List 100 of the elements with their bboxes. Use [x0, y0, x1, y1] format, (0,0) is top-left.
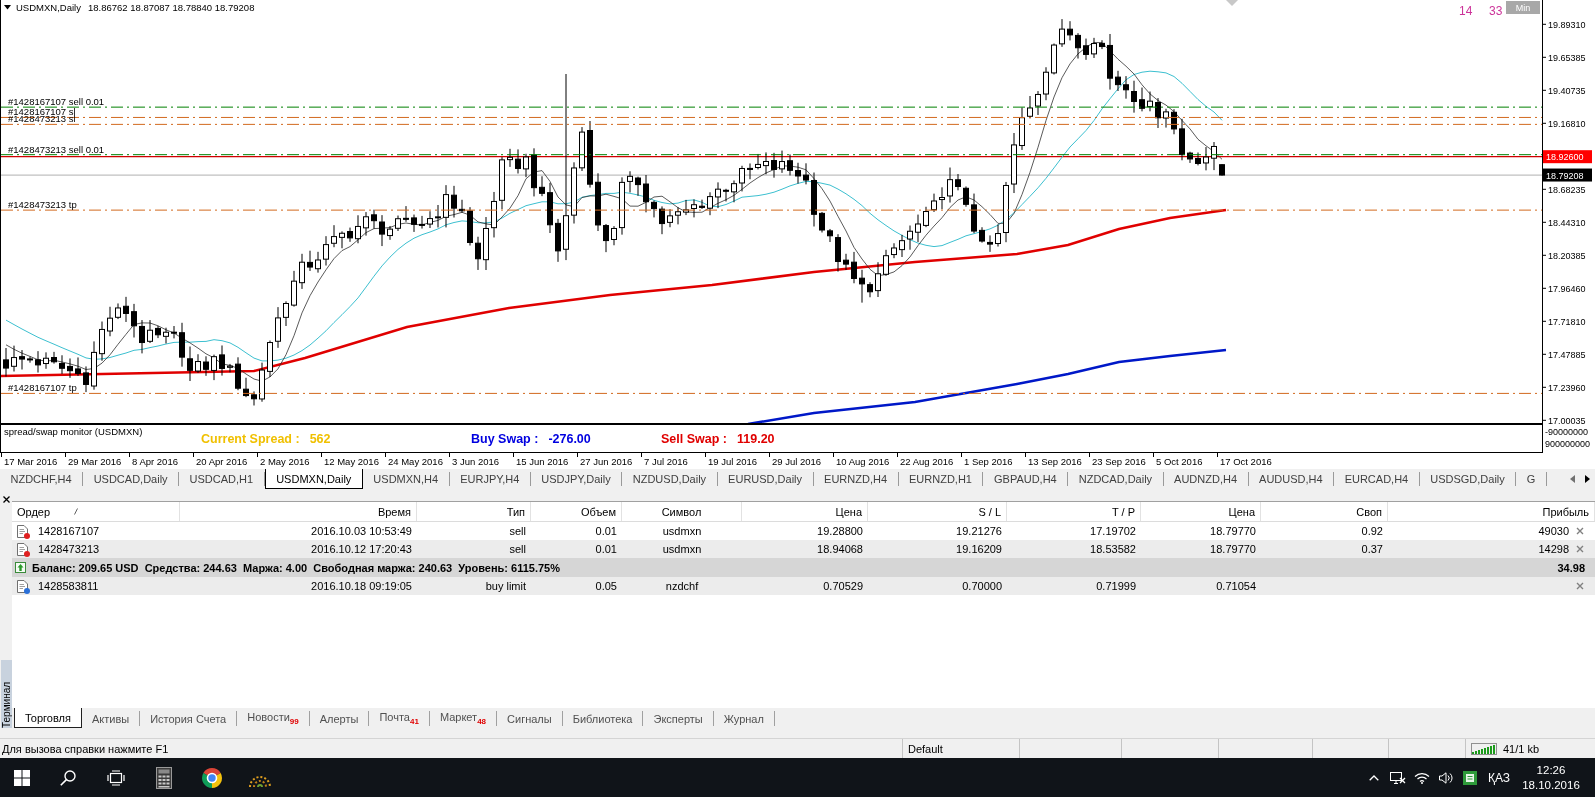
stop-loss-text: 0.70000: [962, 580, 1002, 592]
column-header[interactable]: Ордер: [17, 505, 51, 518]
stop-loss-line[interactable]: [1, 123, 1542, 125]
speaker-icon[interactable]: [1438, 771, 1453, 784]
column-header[interactable]: Время: [377, 505, 411, 518]
terminal-tab[interactable]: Активы: [81, 711, 141, 726]
signal-bars-icon: [1471, 742, 1497, 755]
terminal-tab[interactable]: Журнал: [713, 711, 775, 726]
scroll-right-icon[interactable]: [1585, 475, 1590, 483]
balance-summary: Баланс: 209.65 USD Средства: 244.63 Маржа: 4.00 Свободная маржа: 240.63 Уровень: 6115.75%: [32, 561, 560, 574]
wifi-icon[interactable]: [1413, 771, 1430, 784]
start-icon[interactable]: [14, 769, 30, 786]
terminal-tab[interactable]: Сигналы: [497, 711, 563, 726]
order-volume-text: 0.05: [595, 580, 617, 592]
chart-tab[interactable]: EURNZD,H4: [813, 472, 899, 486]
order-line-label: #1428473213 tp: [8, 199, 77, 211]
chart-tab[interactable]: GBPAUD,H4: [983, 472, 1069, 486]
chart-tab[interactable]: USDMXN,H4: [362, 472, 450, 486]
column-header[interactable]: S / L: [978, 505, 1001, 518]
column-header[interactable]: Цена: [1228, 505, 1255, 518]
sort-icon[interactable]: [74, 508, 79, 515]
chart-title: USDMXN,Daily: [16, 2, 81, 13]
price-axis-label: 17.00035: [1548, 415, 1586, 424]
terminal-tab[interactable]: Алерты: [309, 711, 370, 726]
language-indicator[interactable]: ҚАЗ: [1487, 770, 1510, 785]
date-axis-label: 17 Oct 2016: [1220, 456, 1272, 467]
order-symbol-text: usdmxn: [662, 543, 702, 555]
column-header[interactable]: Тип: [506, 505, 525, 518]
chart-tab[interactable]: NZDCHF,H4: [0, 472, 84, 486]
terminal-tab[interactable]: Библиотека: [562, 711, 644, 726]
readout-value: 119.20: [737, 431, 775, 446]
swap-text: 0.37: [1361, 543, 1383, 555]
terminal-tab[interactable]: Маркет$_{48}$: [429, 711, 498, 726]
chart-tab[interactable]: USDCAD,H1: [179, 472, 265, 486]
stop-loss-line[interactable]: [1, 116, 1542, 118]
column-header[interactable]: Символ: [661, 505, 702, 518]
level-price-tag: 18.92600: [1543, 150, 1592, 164]
price-axis-label: 18.68235: [1548, 184, 1586, 195]
chart-tab[interactable]: USDJPY,Daily: [530, 472, 623, 486]
open-price-text: 18.94068: [817, 543, 863, 555]
column-header[interactable]: Объем: [580, 505, 616, 518]
chart-tab[interactable]: AUDUSD,H4: [1248, 472, 1335, 486]
chart-tab[interactable]: EURJPY,H4: [449, 472, 531, 486]
order-entry-line[interactable]: [1, 106, 1542, 108]
clock-date[interactable]: 18.10.2016: [1522, 777, 1580, 793]
app-tile-icon[interactable]: [1462, 770, 1477, 785]
terminal-tab[interactable]: Торговля: [14, 708, 82, 728]
up-arrow-box-icon: [15, 562, 26, 573]
terminal-side-label[interactable]: Терминал: [0, 660, 12, 728]
close-icon[interactable]: [2, 496, 10, 503]
chart-tab[interactable]: EURNZD,H1: [898, 472, 984, 486]
date-axis-label: 12 May 2016: [324, 456, 379, 467]
take-profit-text: 0.71999: [1096, 580, 1136, 592]
terminal-tab[interactable]: История Счета: [140, 711, 238, 726]
chart-tab[interactable]: AUDNZD,H4: [1163, 472, 1249, 486]
date-axis-label: 29 Jul 2016: [772, 456, 822, 467]
order-row[interactable]: 1428473213 2016.10.12 17:20:43 sell 0.01 usdmxn 18.94068 19.16209 18.53582 18.79770 0.37 14298: [12, 540, 1595, 558]
chart-tab[interactable]: USDSGD,Daily: [1419, 472, 1517, 486]
date-axis-label: 1 Sep 2016: [964, 456, 1013, 467]
terminal-tab[interactable]: Новости$_{99}$: [237, 711, 310, 726]
price-axis-label: 17.47885: [1548, 349, 1586, 360]
chart-tab[interactable]: G: [1516, 472, 1547, 486]
calculator-icon[interactable]: [156, 766, 172, 789]
order-row[interactable]: 1428583811 2016.10.18 09:19:05 buy limit 0.05 nzdchf 0.70529 0.70000 0.71999 0.71054: [12, 577, 1595, 595]
column-header[interactable]: Своп: [1356, 505, 1382, 518]
search-icon[interactable]: [60, 769, 76, 786]
chart-tab[interactable]: USDCAD,Daily: [83, 472, 180, 486]
chart-tab[interactable]: USDMXN,Daily: [264, 469, 363, 489]
date-axis-label: 24 May 2016: [388, 456, 443, 467]
order-time-text: 2016.10.18 09:19:05: [311, 580, 412, 592]
network-icon[interactable]: [1389, 770, 1406, 785]
price-axis-label: 18.20385: [1548, 250, 1586, 261]
price-axis-label: 17.71810: [1548, 316, 1586, 327]
price-axis-label: 19.40735: [1548, 85, 1586, 96]
take-profit-line[interactable]: [1, 209, 1542, 211]
color-wheel-icon[interactable]: [201, 766, 223, 789]
stop-loss-text: 19.21276: [956, 525, 1002, 537]
readout-value: 562: [309, 431, 331, 446]
terminal-tab[interactable]: Почта$_{41}$: [369, 711, 430, 726]
column-header[interactable]: Цена: [835, 505, 862, 518]
terminal-tab[interactable]: Эксперты: [643, 711, 714, 726]
chart-tab[interactable]: NZDUSD,Daily: [622, 472, 718, 486]
chevron-up-icon[interactable]: [1368, 774, 1379, 781]
chart-tab[interactable]: EURCAD,H4: [1334, 472, 1420, 486]
readout-value: -276.00: [548, 431, 591, 446]
scroll-left-icon[interactable]: [1570, 475, 1575, 483]
caret-icon[interactable]: [4, 5, 11, 10]
price-axis-label: 19.89310: [1548, 19, 1586, 30]
date-axis-label: 15 Jun 2016: [516, 456, 569, 467]
price-axis-label: 17.96460: [1548, 283, 1586, 294]
order-line-label: #1428167107 tp: [8, 382, 77, 394]
chart-tab[interactable]: EURUSD,Daily: [717, 472, 814, 486]
order-type-text: sell: [509, 543, 526, 555]
task-view-icon[interactable]: [107, 769, 125, 786]
clock-time[interactable]: 12:26: [1536, 762, 1566, 778]
chart-tab[interactable]: NZDCAD,Daily: [1068, 472, 1164, 486]
document-icon: [17, 524, 28, 538]
column-header[interactable]: T / P: [1111, 505, 1135, 518]
readout-label: Buy Swap :: [471, 431, 539, 446]
column-header[interactable]: Прибыль: [1542, 505, 1589, 518]
